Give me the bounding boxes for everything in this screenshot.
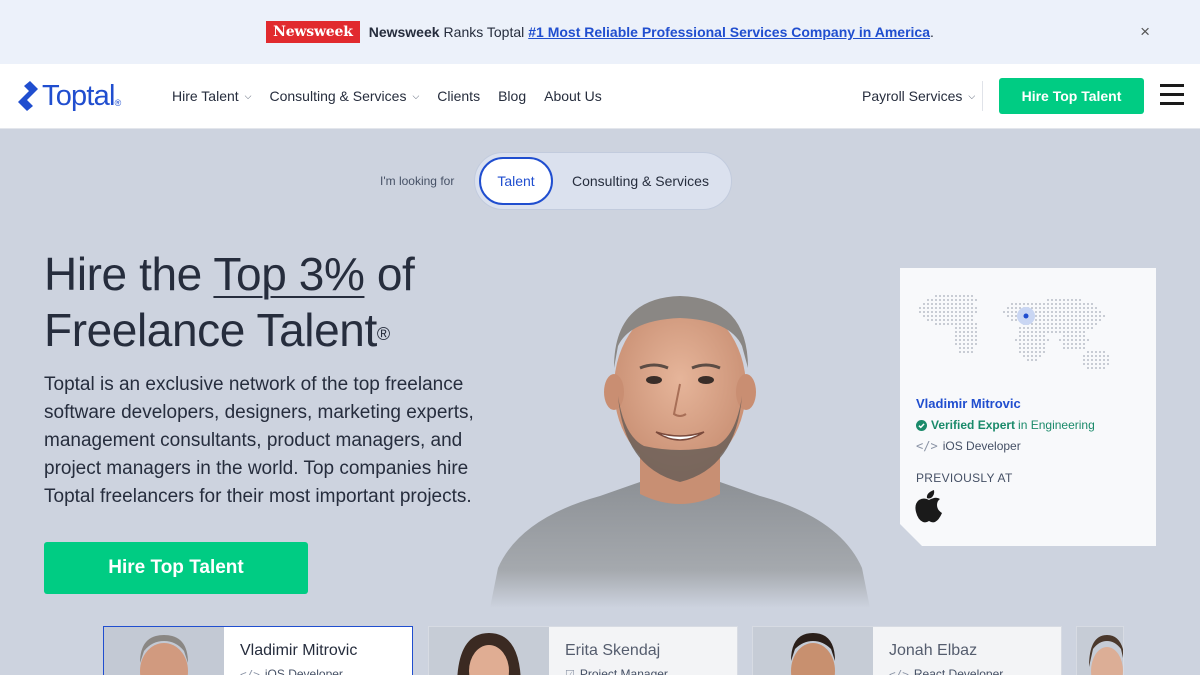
talent-role: ☑ Project Manager: [565, 667, 668, 675]
previously-at-label: PREVIOUSLY AT: [916, 471, 1013, 485]
chevron-down-icon: ⌵: [244, 90, 252, 101]
talent-role: </> iOS Developer: [240, 667, 343, 675]
hero-title: Hire the Top 3% of Freelance Talent®: [44, 246, 415, 358]
nav-blog[interactable]: Blog: [498, 88, 526, 104]
verified-suffix: in Engineering: [1018, 418, 1095, 432]
chevron-down-icon: ⌵: [968, 90, 976, 101]
nav-about-us[interactable]: About Us: [544, 88, 602, 104]
talent-role-text: React Developer: [913, 667, 1004, 675]
toggle-consulting-services[interactable]: Consulting & Services: [572, 153, 709, 209]
hire-top-talent-button[interactable]: Hire Top Talent: [999, 78, 1144, 114]
talent-photo: [104, 627, 224, 675]
expert-card: Vladimir Mitrovic Verified Expert in Eng…: [900, 268, 1156, 546]
talent-photo: [753, 627, 873, 675]
announcement-brand: Newsweek: [368, 24, 440, 40]
announcement-bar: Newsweek Newsweek Ranks Toptal #1 Most R…: [0, 0, 1200, 64]
hero-title-post: of: [364, 248, 415, 300]
announcement-suffix: .: [929, 24, 934, 40]
talent-role-text: iOS Developer: [264, 667, 343, 675]
close-icon[interactable]: ×: [1140, 22, 1150, 42]
code-icon: </>: [916, 439, 938, 453]
hero-title-highlight: Top 3%: [213, 248, 365, 300]
talent-role-text: Project Manager: [579, 667, 668, 675]
hero-title-line2: Freelance Talent: [44, 304, 377, 356]
expert-role: </> iOS Developer: [916, 439, 1021, 453]
announcement-text: Ranks Toptal: [443, 24, 525, 40]
talent-name: Vladimir Mitrovic: [240, 642, 358, 659]
nav-label: Hire Talent: [172, 88, 239, 104]
toggle-talent[interactable]: Talent: [479, 157, 553, 205]
nav-clients[interactable]: Clients: [437, 88, 480, 104]
nav-label: Consulting & Services: [269, 88, 407, 104]
talent-card-partial[interactable]: [1076, 626, 1124, 675]
expert-verified: Verified Expert in Engineering: [916, 418, 1095, 432]
site-header: Toptal ® Hire Talent ⌵ Consulting & Servi…: [0, 64, 1200, 128]
talent-card[interactable]: Erita Skendaj ☑ Project Manager: [428, 626, 738, 675]
hamburger-icon[interactable]: [1160, 84, 1184, 106]
expert-name[interactable]: Vladimir Mitrovic: [916, 396, 1021, 411]
talent-name: Jonah Elbaz: [889, 642, 978, 659]
logo-text: Toptal: [42, 79, 115, 112]
code-icon: </>: [889, 667, 909, 675]
toptal-logo[interactable]: Toptal ®: [16, 80, 121, 112]
announcement-link[interactable]: #1 Most Reliable Professional Services C…: [528, 24, 930, 40]
newsweek-logo: Newsweek: [266, 21, 360, 43]
main-nav: Hire Talent ⌵ Consulting & Services ⌵ Clie…: [172, 64, 602, 128]
talent-photo: [1077, 627, 1123, 675]
nav-payroll-services[interactable]: Payroll Services ⌵: [862, 64, 975, 128]
header-divider: [982, 81, 983, 111]
looking-for-label: I'm looking for: [380, 174, 455, 188]
code-icon: </>: [240, 667, 260, 675]
verified-badge-icon: [916, 419, 927, 431]
talent-photo: [429, 627, 549, 675]
talent-name: Erita Skendaj: [565, 642, 661, 659]
hero-title-pre: Hire the: [44, 248, 214, 300]
talent-role: </> React Developer: [889, 667, 1003, 675]
hero-hire-top-talent-button[interactable]: Hire Top Talent: [44, 542, 308, 594]
verified-label: Verified Expert: [931, 418, 1016, 432]
nav-hire-talent[interactable]: Hire Talent ⌵: [172, 88, 252, 104]
nav-label: Payroll Services: [862, 88, 963, 104]
expert-role-text: iOS Developer: [942, 439, 1021, 453]
chevron-down-icon: ⌵: [412, 90, 420, 101]
checklist-icon: ☑: [565, 668, 575, 675]
toptal-logo-icon: [18, 81, 38, 111]
apple-logo-icon: [915, 490, 942, 523]
world-map-icon: [919, 295, 1109, 369]
logo-registered-mark: ®: [114, 98, 122, 108]
talent-card[interactable]: Jonah Elbaz </> React Developer: [752, 626, 1062, 675]
nav-label: Blog: [498, 88, 527, 104]
hero-description: Toptal is an exclusive network of the to…: [44, 374, 474, 507]
expert-portrait: [490, 296, 870, 608]
talent-card[interactable]: Vladimir Mitrovic </> iOS Developer: [103, 626, 413, 675]
registered-mark: ®: [376, 324, 390, 344]
looking-for-toggle: Talent Consulting & Services: [474, 152, 732, 210]
nav-label: Clients: [437, 88, 481, 104]
nav-consulting-services[interactable]: Consulting & Services ⌵: [270, 88, 420, 104]
nav-label: About Us: [544, 88, 602, 104]
